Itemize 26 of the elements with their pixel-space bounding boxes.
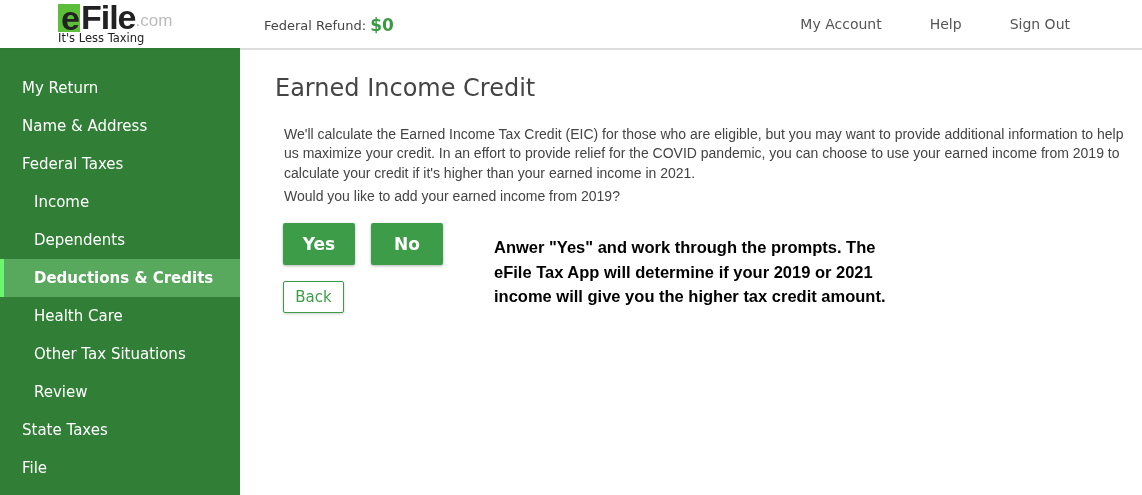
sidebar-item[interactable]: Federal Taxes bbox=[0, 145, 240, 183]
sidebar-item[interactable]: My Return bbox=[0, 69, 240, 107]
page-title: Earned Income Credit bbox=[275, 74, 537, 103]
sidebar-item[interactable]: Name & Address bbox=[0, 107, 240, 145]
sidebar-item[interactable]: File bbox=[0, 449, 240, 487]
sidebar-item[interactable]: Dependents bbox=[0, 221, 240, 259]
logo-domain: .com bbox=[135, 11, 173, 32]
back-button[interactable]: Back bbox=[283, 281, 344, 314]
answer-button[interactable]: Yes bbox=[283, 223, 355, 266]
nav-link[interactable]: My Account bbox=[800, 13, 882, 35]
sidebar-item[interactable]: Income bbox=[0, 183, 240, 221]
nav-link[interactable]: Help bbox=[929, 13, 962, 35]
logo-tagline: It's Less Taxing bbox=[58, 32, 145, 45]
answer-button[interactable]: No bbox=[371, 223, 443, 266]
sidebar-item[interactable]: Other Tax Situations bbox=[0, 335, 240, 373]
refund-amount: $0 bbox=[370, 14, 394, 38]
annotation-text: Anwer "Yes" and work through the prompts. The eFile Tax App will determine if your 2019 or 2021 income will give you the higher tax credit amount. bbox=[494, 237, 887, 308]
sidebar-item[interactable]: Review bbox=[0, 373, 240, 411]
sidebar-item[interactable]: Health Care bbox=[0, 297, 240, 335]
logo-wordmark: eFile bbox=[58, 2, 136, 32]
refund-label: Federal Refund: bbox=[264, 17, 367, 36]
intro-paragraph: We'll calculate the Earned Income Tax Credit (EIC) for those who are eligible, but you may want to provide additional information to help us maximize your credit. In an effort to provide relief for the COVID pandemic, you can choose to use your earned income from 2019 to calculate your credit if it's higher than your earned income in 2021. bbox=[284, 124, 1125, 183]
question-text: Would you like to add your earned income from 2019? bbox=[284, 187, 621, 207]
sidebar-item[interactable]: State Taxes bbox=[0, 411, 240, 449]
sidebar-item[interactable]: Deductions & Credits bbox=[0, 259, 240, 297]
nav-link[interactable]: Sign Out bbox=[1009, 13, 1070, 35]
